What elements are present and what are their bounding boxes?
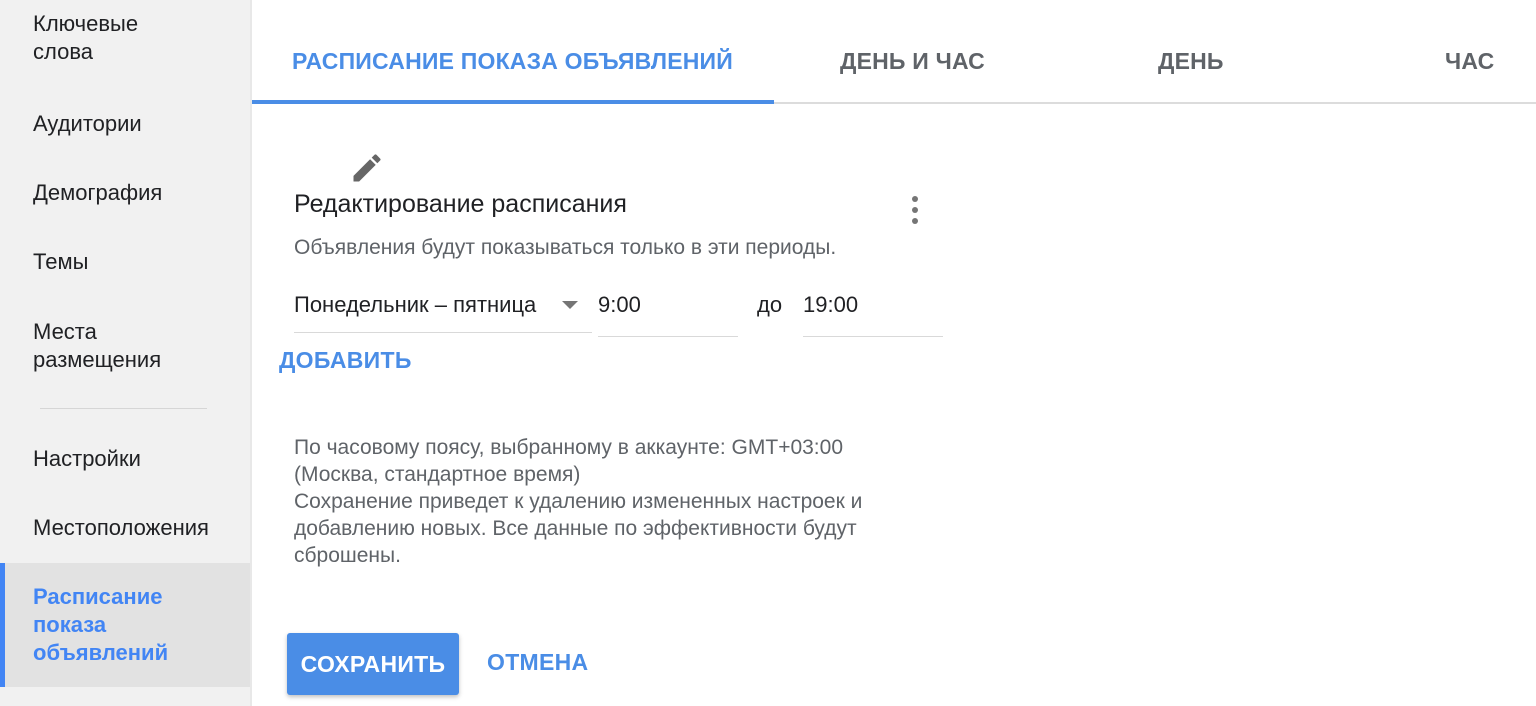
warning-line: сброшены.	[294, 544, 401, 567]
day-range-value: Понедельник – пятница	[294, 292, 537, 317]
sidebar-item-label: Настройки	[33, 446, 141, 471]
sidebar-item-label: Расписание показа объявлений	[33, 584, 169, 665]
save-button[interactable]: СОХРАНИТЬ	[287, 633, 459, 695]
tab-hour[interactable]: ЧАС	[1445, 48, 1494, 75]
sidebar-item-label: Темы	[33, 249, 89, 274]
sidebar-item-label: Аудитории	[33, 111, 142, 136]
sidebar-item-label: Ключевые слова	[33, 11, 139, 64]
save-button-label: СОХРАНИТЬ	[300, 650, 446, 677]
start-time-field[interactable]: 9:00	[598, 285, 738, 337]
sidebar-item-label: Места размещения	[33, 319, 162, 372]
tab-bar: РАСПИСАНИЕ ПОКАЗА ОБЪЯВЛЕНИЙ ДЕНЬ И ЧАС …	[252, 0, 1536, 104]
schedule-description: Объявления будут показываться только в э…	[294, 236, 837, 259]
warning-line: добавлению новых. Все данные по эффектив…	[294, 517, 857, 540]
end-time-value: 19:00	[803, 292, 859, 317]
sidebar-edge	[250, 0, 252, 706]
tab-day-and-hour[interactable]: ДЕНЬ И ЧАС	[840, 48, 985, 75]
sidebar: Ключевые слова Аудитории Демография Темы…	[0, 0, 250, 706]
pencil-icon[interactable]	[349, 150, 385, 186]
schedule-editor-title: Редактирование расписания	[294, 190, 627, 218]
warning-line: Сохранение приведет к удалению измененны…	[294, 490, 863, 513]
start-time-value: 9:00	[598, 292, 641, 317]
sidebar-item-topics[interactable]: Темы	[0, 248, 250, 276]
more-vert-icon[interactable]	[903, 192, 927, 228]
tab-ad-schedule[interactable]: РАСПИСАНИЕ ПОКАЗА ОБЪЯВЛЕНИЙ	[292, 48, 733, 75]
timezone-note: По часовому поясу, выбранному в аккаунте…	[294, 434, 954, 569]
sidebar-item-settings[interactable]: Настройки	[0, 445, 250, 473]
time-range-separator: до	[757, 292, 783, 317]
sidebar-item-label: Местоположения	[33, 515, 209, 540]
sidebar-divider	[40, 408, 207, 409]
day-range-select[interactable]: Понедельник – пятница	[294, 285, 592, 333]
end-time-field[interactable]: 19:00	[803, 285, 943, 337]
sidebar-item-locations[interactable]: Местоположения	[0, 514, 250, 542]
sidebar-item-ad-schedule[interactable]: Расписание показа объявлений	[0, 563, 250, 687]
sidebar-item-audiences[interactable]: Аудитории	[0, 110, 250, 138]
active-tab-indicator	[252, 100, 774, 104]
sidebar-item-keywords[interactable]: Ключевые слова	[0, 10, 250, 66]
sidebar-item-demographics[interactable]: Демография	[0, 179, 250, 207]
sidebar-item-placements[interactable]: Места размещения	[0, 318, 250, 374]
tab-day[interactable]: ДЕНЬ	[1158, 48, 1224, 75]
cancel-button[interactable]: ОТМЕНА	[487, 649, 588, 676]
add-schedule-button[interactable]: ДОБАВИТЬ	[279, 347, 412, 374]
timezone-line: (Москва, стандартное время)	[294, 463, 581, 486]
dropdown-arrow-icon	[562, 301, 578, 309]
timezone-line: По часовому поясу, выбранному в аккаунте…	[294, 436, 844, 459]
sidebar-item-label: Демография	[33, 180, 163, 205]
